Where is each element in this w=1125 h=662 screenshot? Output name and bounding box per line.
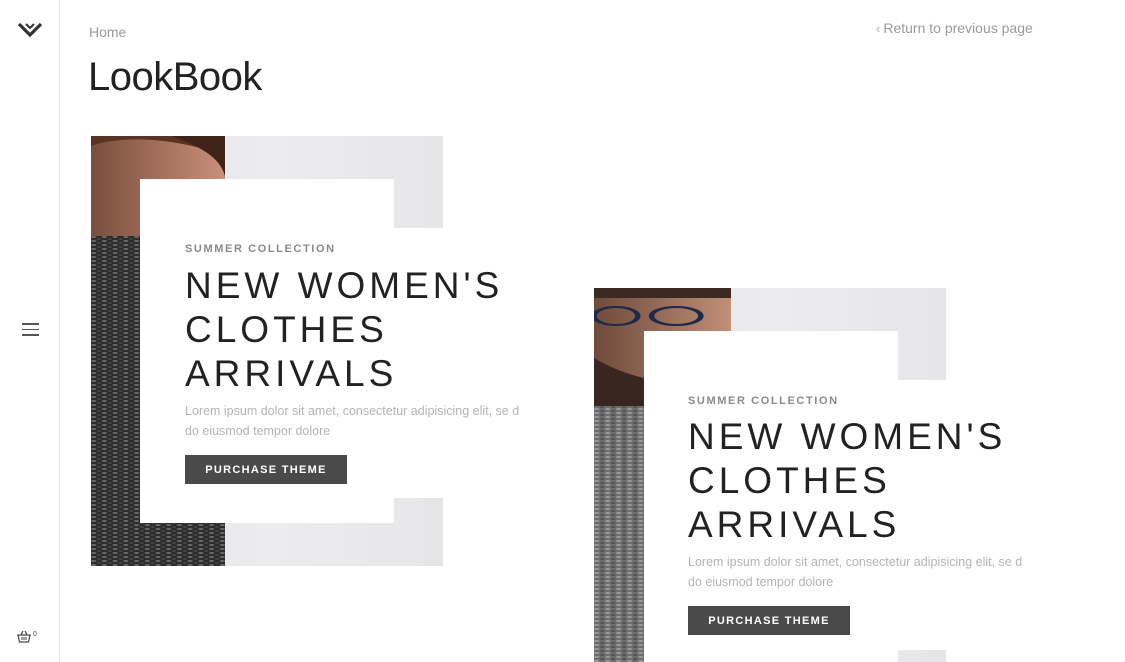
return-link-label: Return to previous page — [883, 20, 1033, 36]
collection-headline: NEW WOMEN'S CLOTHES ARRIVALS — [688, 415, 1006, 547]
sidebar: 0 — [0, 0, 60, 662]
page-title: LookBook — [88, 55, 262, 99]
headline-line-2: CLOTHES — [688, 460, 891, 501]
cart-button[interactable]: 0 — [17, 630, 37, 643]
hamburger-menu-icon[interactable] — [22, 323, 39, 336]
purchase-theme-button[interactable]: PURCHASE THEME — [688, 606, 850, 635]
collection-eyebrow: SUMMER COLLECTION — [688, 395, 839, 407]
chevron-logo-icon[interactable] — [17, 20, 43, 40]
collection-eyebrow: SUMMER COLLECTION — [185, 243, 336, 255]
headline-line-3: ARRIVALS — [185, 353, 398, 394]
basket-icon — [17, 630, 31, 643]
headline-line-1: NEW WOMEN'S — [185, 265, 504, 306]
purchase-theme-button[interactable]: PURCHASE THEME — [185, 455, 347, 484]
return-link[interactable]: ‹ Return to previous page — [876, 20, 1033, 36]
headline-line-3: ARRIVALS — [688, 504, 901, 545]
chevron-left-icon: ‹ — [876, 21, 881, 36]
cart-count-badge: 0 — [33, 631, 37, 638]
collection-description: Lorem ipsum dolor sit amet, consectetur … — [185, 404, 520, 438]
collection-headline: NEW WOMEN'S CLOTHES ARRIVALS — [185, 264, 503, 396]
collection-description: Lorem ipsum dolor sit amet, consectetur … — [688, 555, 1023, 589]
headline-line-2: CLOTHES — [185, 309, 388, 350]
breadcrumb-home[interactable]: Home — [89, 24, 126, 40]
headline-line-1: NEW WOMEN'S — [688, 416, 1007, 457]
